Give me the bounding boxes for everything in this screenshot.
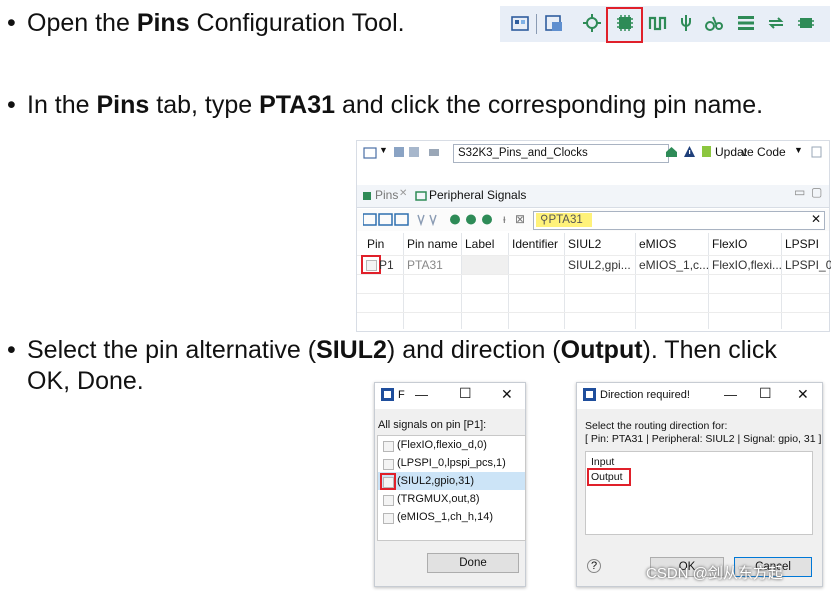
update-code-icon (702, 146, 711, 157)
pins-tool-highlight (606, 7, 643, 43)
peripherals-icon[interactable] (648, 13, 668, 33)
cell-siul2[interactable]: SIUL2,gpi... (568, 258, 631, 272)
list-item[interactable]: (LPSPI_0,lpspi_pcs,1) (378, 454, 525, 472)
direction-list: Input Output (585, 451, 813, 535)
save-icon[interactable] (393, 146, 405, 158)
dropdown-arrow-icon[interactable]: ▼ (379, 145, 388, 155)
list-item-selected[interactable]: (SIUL2,gpio,31) (378, 472, 525, 490)
output-option-highlight (587, 468, 631, 486)
step-1-text: • Open the Pins Configuration Tool. (7, 9, 405, 37)
filter-icons-group-3[interactable] (449, 213, 495, 226)
help-icon[interactable]: ? (587, 559, 601, 573)
col-header-label[interactable]: Label (465, 237, 494, 251)
col-header-lpspi[interactable]: LPSPI (785, 237, 819, 251)
cell-label[interactable] (462, 256, 508, 274)
cell-flexio[interactable]: FlexIO,flexi... (712, 258, 782, 272)
chip-icon[interactable] (796, 13, 816, 33)
copy-icon[interactable] (811, 146, 822, 158)
print-icon[interactable] (428, 146, 440, 158)
tab-pins[interactable]: Pins (375, 188, 398, 202)
update-code-menu-icon[interactable]: ▼ (794, 145, 803, 155)
direction-dialog-titlebar: Direction required! — ☐ ✕ (577, 383, 822, 409)
minimize-button[interactable]: — (724, 387, 737, 402)
project-icon[interactable] (544, 13, 564, 33)
overview-icon[interactable] (510, 13, 530, 33)
step-3-text-line2: OK, Done. (27, 367, 144, 395)
cell-lpspi[interactable]: LPSPI_0 (785, 258, 831, 272)
clear-search-icon[interactable]: ✕ (811, 212, 821, 226)
signal-checkbox[interactable] (383, 513, 394, 524)
warning-icon (684, 146, 695, 157)
maximize-view-icon[interactable]: ▢ (811, 185, 822, 199)
signals-dialog: F — ☐ ✕ All signals on pin [P1]: (FlexIO… (374, 382, 526, 587)
col-header-identifier[interactable]: Identifier (512, 237, 558, 251)
tool-switcher-toolbar (500, 6, 830, 43)
step-3-text: • Select the pin alternative (SIUL2) and … (7, 336, 777, 364)
signals-heading: All signals on pin [P1]: (378, 419, 487, 431)
minimize-button[interactable]: — (415, 387, 428, 402)
app-icon (583, 388, 596, 401)
signal-checkbox[interactable] (383, 495, 394, 506)
search-highlight: ⚲PTA31 (536, 213, 592, 227)
grid-filter-icon[interactable]: ⊠ (515, 212, 525, 226)
maximize-button[interactable]: ☐ (459, 385, 472, 402)
save-all-icon[interactable] (408, 146, 420, 158)
filter-icons-group-1[interactable] (363, 213, 409, 226)
tools-icon[interactable] (676, 13, 696, 33)
direction-dialog: Direction required! — ☐ ✕ Select the rou… (576, 382, 823, 587)
close-button[interactable]: ✕ (797, 386, 809, 403)
minimize-view-icon[interactable]: ▭ (794, 185, 805, 199)
registers-icon[interactable] (736, 13, 756, 33)
step-2-text: • In the Pins tab, type PTA31 and click t… (7, 91, 764, 119)
watermark: CSDN @剑从东方起 (646, 565, 783, 582)
list-item[interactable]: (FlexIO,flexio_d,0) (378, 436, 525, 454)
new-config-icon[interactable] (363, 146, 377, 160)
direction-prompt: Select the routing direction for: (585, 420, 728, 432)
home-icon[interactable] (665, 145, 678, 158)
col-header-pin-name[interactable]: Pin name (407, 237, 458, 251)
direction-option-input[interactable]: Input (591, 456, 614, 468)
direction-dialog-title: Direction required! (600, 389, 690, 401)
col-header-siul2[interactable]: SIUL2 (568, 237, 601, 251)
pin-filter-icon[interactable]: ᵼ (503, 212, 506, 226)
clocks-icon[interactable] (582, 13, 602, 33)
direction-detail: [ Pin: PTA31 | Peripheral: SIUL2 | Signa… (585, 433, 822, 445)
maximize-button[interactable]: ☐ (759, 385, 772, 402)
tab-peripheral-signals[interactable]: Peripheral Signals (429, 188, 526, 202)
cell-pin-name[interactable]: PTA31 (407, 258, 443, 272)
cell-emios[interactable]: eMIOS_1,c... (639, 258, 709, 272)
list-item[interactable]: (eMIOS_1,ch_h,14) (378, 508, 525, 526)
signal-checkbox[interactable] (383, 441, 394, 452)
done-button[interactable]: Done (427, 553, 519, 573)
app-icon (381, 388, 394, 401)
list-item[interactable]: (TRGMUX,out,8) (378, 490, 525, 508)
sync-icon[interactable] (766, 13, 786, 33)
col-header-pin[interactable]: Pin (367, 237, 384, 251)
configuration-combo[interactable]: S32K3_Pins_and_Clocks ∨ (453, 144, 748, 163)
filter-toolbar: ᵼ ⊠ ⚲PTA31 ✕ (357, 209, 829, 231)
col-header-emios[interactable]: eMIOS (639, 237, 676, 251)
pin-checkbox-highlight (361, 255, 381, 274)
signals-dialog-titlebar: F — ☐ ✕ (375, 383, 525, 409)
pins-tab-icon (363, 192, 371, 200)
peripheral-tab-icon (415, 191, 427, 201)
col-header-flexio[interactable]: FlexIO (712, 237, 747, 251)
close-button[interactable]: ✕ (501, 386, 513, 403)
pin-search-input[interactable]: ⚲PTA31 ✕ (533, 211, 825, 230)
signal-checkbox-highlight (380, 473, 396, 490)
pins-tool-window: ▼ S32K3_Pins_and_Clocks ∨ Update Code ▼ … (356, 140, 831, 332)
view-tabs: Pins ✕ Peripheral Signals ▭ ▢ (357, 185, 829, 208)
dma-icon[interactable] (704, 13, 724, 33)
signal-checkbox[interactable] (383, 459, 394, 470)
update-code-button[interactable]: Update Code (715, 145, 786, 159)
signals-list: (FlexIO,flexio_d,0) (LPSPI_0,lpspi_pcs,1… (377, 435, 526, 541)
cell-pin: P1 (379, 258, 394, 272)
filter-icons-group-2[interactable] (417, 213, 441, 226)
tab-close-icon[interactable]: ✕ (399, 188, 407, 199)
